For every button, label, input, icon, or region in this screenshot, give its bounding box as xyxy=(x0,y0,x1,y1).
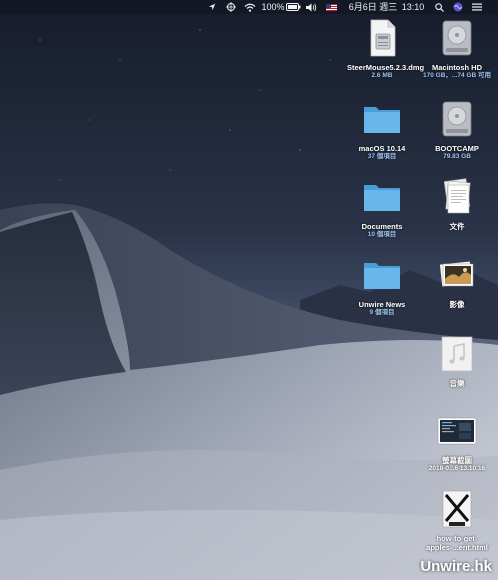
desktop-item-macos-folder[interactable]: macOS 10.14 37 個項目 xyxy=(347,99,417,161)
menu-bar: 100% 6月6日 週三 13:10 xyxy=(0,0,498,14)
desktop-item-unwire-news-folder[interactable]: Unwire News 9 個項目 xyxy=(347,255,417,317)
item-name: 螢幕截圖 xyxy=(442,456,472,465)
item-meta: 2018-0...6 13.10.16 xyxy=(428,465,486,472)
item-name: Documents xyxy=(361,222,403,231)
folder-icon xyxy=(362,255,402,295)
desktop-item-html-file[interactable]: how-to-get-apples-...ent.html xyxy=(422,489,492,552)
watermark-logo: Unwire.hk xyxy=(420,558,492,575)
item-name: how-to-get-apples-...ent.html xyxy=(426,534,488,552)
item-meta: 10 個項目 xyxy=(367,231,397,238)
menubar-time[interactable]: 13:10 xyxy=(402,0,425,14)
html-file-icon xyxy=(437,489,477,529)
item-name: Macintosh HD xyxy=(431,63,482,72)
battery-icon[interactable] xyxy=(285,0,301,14)
hard-drive-icon xyxy=(437,99,477,139)
item-name: SteerMouse5.2.3.dmg xyxy=(347,63,425,72)
desktop-item-bootcamp[interactable]: BOOTCAMP 79.83 GB xyxy=(422,99,492,161)
item-meta: 170 GB，...74 GB 可用 xyxy=(423,72,491,79)
flag-icon[interactable] xyxy=(324,0,338,14)
siri-icon[interactable] xyxy=(451,0,465,14)
item-meta: 37 個項目 xyxy=(367,153,397,160)
item-meta: 2.6 MB xyxy=(371,72,393,79)
item-name: 影像 xyxy=(449,300,465,309)
item-meta: 79.83 GB xyxy=(443,153,471,160)
item-meta: 9 個項目 xyxy=(369,309,395,316)
desktop-item-macintosh-hd[interactable]: Macintosh HD 170 GB，...74 GB 可用 xyxy=(422,18,492,80)
search-icon[interactable] xyxy=(432,0,446,14)
photos-stack-icon xyxy=(437,255,477,295)
desktop-item-photos-stack[interactable]: 影像 xyxy=(422,255,492,309)
volume-icon[interactable] xyxy=(304,0,318,14)
item-name: macOS 10.14 xyxy=(358,144,406,153)
item-name: 音樂 xyxy=(449,379,465,388)
location-arrow-icon[interactable] xyxy=(206,0,218,14)
item-name: 文件 xyxy=(449,222,465,231)
desktop-item-steermouse-dmg[interactable]: SteerMouse5.2.3.dmg 2.6 MB xyxy=(347,18,425,80)
desktop-item-documents-stack[interactable]: 文件 xyxy=(422,177,492,231)
music-file-icon xyxy=(437,334,477,374)
disk-image-icon xyxy=(362,18,402,58)
desktop-item-screenshot[interactable]: 螢幕截圖 2018-0...6 13.10.16 xyxy=(422,411,492,473)
menubar-date[interactable]: 6月6日 週三 xyxy=(345,0,401,14)
folder-icon xyxy=(362,99,402,139)
documents-stack-icon xyxy=(437,177,477,217)
folder-icon xyxy=(362,177,402,217)
wifi-icon[interactable] xyxy=(242,0,258,14)
desktop-screen: 100% 6月6日 週三 13:10 SteerMouse5.2.3.dmg 2… xyxy=(0,0,498,580)
battery-percent[interactable]: 100% xyxy=(261,0,284,14)
notification-icon[interactable] xyxy=(470,0,484,14)
item-name: Unwire News xyxy=(358,300,406,309)
desktop-item-documents-folder[interactable]: Documents 10 個項目 xyxy=(347,177,417,239)
desktop-item-music[interactable]: 音樂 xyxy=(422,334,492,388)
screenshot-icon xyxy=(437,411,477,451)
hard-drive-icon xyxy=(437,18,477,58)
cursor-icon[interactable] xyxy=(224,0,238,14)
item-name: BOOTCAMP xyxy=(435,144,479,153)
